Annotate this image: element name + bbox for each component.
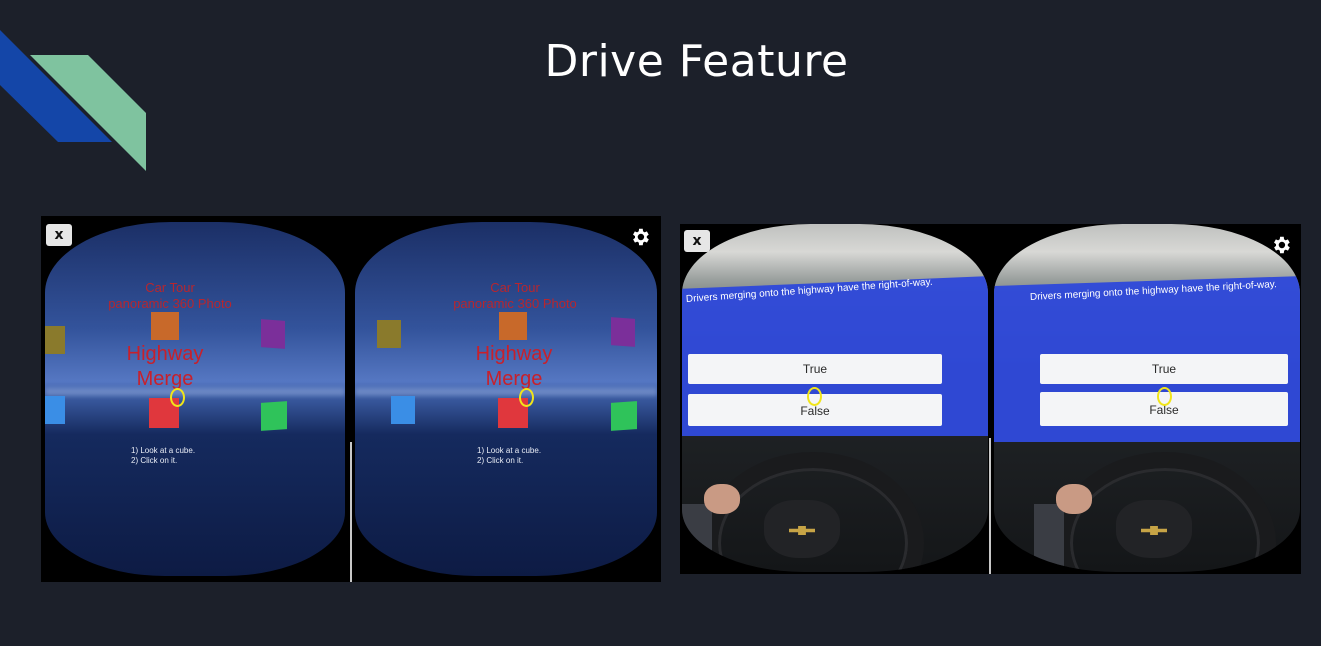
gaze-reticle (519, 388, 534, 407)
gaze-reticle (807, 387, 822, 406)
driver-sleeve (682, 504, 712, 572)
gaze-reticle (170, 388, 185, 407)
driver-hand (704, 484, 740, 514)
slide-title: Drive Feature (544, 36, 849, 87)
vr-quiz-screenshot: x Drivers merging onto the highway have … (680, 224, 1301, 574)
highlight-line-2: Merge (136, 368, 194, 390)
highlight-line-2: Merge (485, 368, 543, 390)
lens-divider (350, 442, 352, 582)
vr-menu-screenshot: x Car Tour panoramic 360 Photo Highway M… (41, 216, 661, 582)
lens-divider (989, 438, 991, 574)
highlighted-menu-label: Highway Merge (95, 342, 235, 392)
right-eye-view: Drivers merging onto the highway have th… (994, 224, 1300, 572)
cube-purple[interactable] (261, 319, 285, 349)
cube-purple[interactable] (611, 317, 635, 347)
cube-olive[interactable] (45, 326, 65, 354)
menu-title-line-1: Car Tour (145, 280, 195, 295)
highlighted-menu-label: Highway Merge (444, 342, 584, 392)
left-eye-view: Drivers merging onto the highway have th… (682, 224, 988, 572)
cube-green[interactable] (261, 401, 287, 431)
instruction-line-1: 1) Look at a cube. (477, 446, 542, 455)
corner-decoration (0, 30, 146, 171)
cube-blue[interactable] (45, 396, 65, 424)
menu-title: Car Tour panoramic 360 Photo (70, 280, 270, 312)
menu-title: Car Tour panoramic 360 Photo (415, 280, 615, 312)
close-button[interactable]: x (46, 224, 72, 246)
right-eye-view: Car Tour panoramic 360 Photo Highway Mer… (355, 222, 657, 576)
highlight-line-1: Highway (475, 343, 553, 365)
instructions: 1) Look at a cube. 2) Click on it. (131, 446, 195, 466)
instruction-line-2: 2) Click on it. (477, 456, 524, 465)
instructions: 1) Look at a cube. 2) Click on it. (477, 446, 541, 466)
cube-orange[interactable] (499, 312, 527, 340)
instruction-line-1: 1) Look at a cube. (131, 446, 196, 455)
true-button[interactable]: True (1040, 354, 1288, 384)
menu-title-line-2: panoramic 360 Photo (453, 296, 577, 311)
cube-olive[interactable] (377, 320, 401, 348)
cube-blue[interactable] (391, 396, 415, 424)
instruction-line-2: 2) Click on it. (131, 456, 178, 465)
cube-green[interactable] (611, 401, 637, 431)
gaze-reticle (1157, 387, 1172, 406)
menu-title-line-2: panoramic 360 Photo (108, 296, 232, 311)
driver-sleeve (1034, 504, 1064, 572)
true-button[interactable]: True (688, 354, 942, 384)
driver-hand (1056, 484, 1092, 514)
gear-icon[interactable] (1270, 234, 1292, 256)
cube-orange[interactable] (151, 312, 179, 340)
gear-icon[interactable] (629, 226, 651, 248)
highlight-line-1: Highway (126, 343, 204, 365)
menu-title-line-1: Car Tour (490, 280, 540, 295)
left-eye-view: Car Tour panoramic 360 Photo Highway Mer… (45, 222, 345, 576)
close-button[interactable]: x (684, 230, 710, 252)
